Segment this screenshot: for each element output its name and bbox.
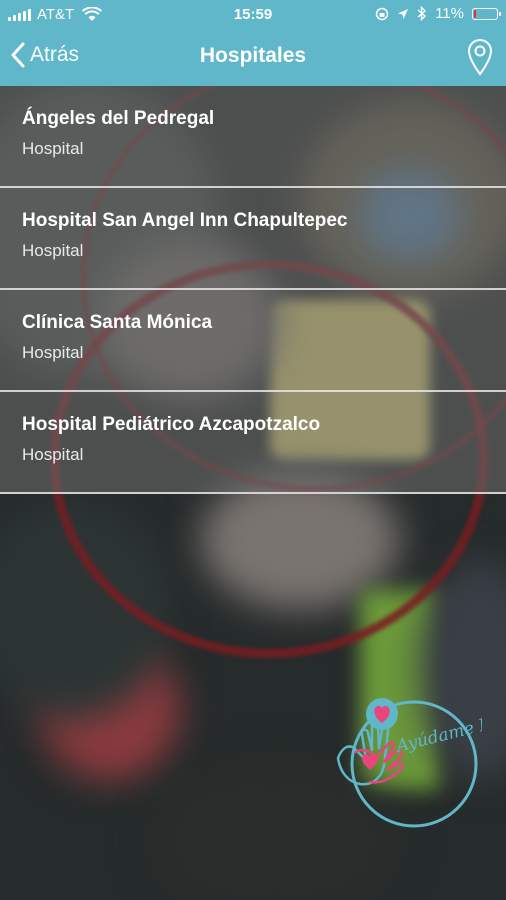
navigation-bar: Atrás Hospitales [0, 30, 506, 86]
status-bar: AT&T 15:59 11% [0, 0, 506, 30]
battery-percent: 11% [435, 5, 464, 22]
page-title: Hospitales [199, 44, 307, 67]
app-logo: Ayúdame Ma! [336, 698, 482, 828]
list-item[interactable]: Hospital Pediátrico Azcapotzalco Hospita… [0, 392, 506, 494]
list-item[interactable]: Hospital San Angel Inn Chapultepec Hospi… [0, 188, 506, 290]
logo-text: Ayúdame Ma! [392, 709, 482, 758]
map-pin-icon[interactable] [466, 38, 494, 76]
list-item[interactable]: Clínica Santa Mónica Hospital [0, 290, 506, 392]
hospital-name: Hospital San Angel Inn Chapultepec [22, 210, 348, 231]
list-item[interactable]: Ángeles del Pedregal Hospital [0, 86, 506, 188]
app-screen: AT&T 15:59 11% Atrás Hospitales Ángeles … [0, 0, 506, 900]
hospital-type: Hospital [22, 343, 84, 362]
status-right-group: 11% [375, 5, 501, 22]
battery-icon [472, 7, 501, 20]
location-arrow-icon [398, 8, 409, 19]
hospital-type: Hospital [22, 445, 84, 464]
hospital-type: Hospital [22, 241, 84, 260]
battery-level [474, 9, 477, 18]
hospital-name: Clínica Santa Mónica [22, 312, 213, 333]
hospital-list: Ángeles del Pedregal Hospital Hospital S… [0, 86, 506, 494]
hospital-type: Hospital [22, 139, 84, 158]
bluetooth-icon [417, 6, 427, 21]
hospital-name: Ángeles del Pedregal [22, 108, 215, 129]
hospital-name: Hospital Pediátrico Azcapotzalco [22, 414, 321, 435]
screen-lock-icon [375, 7, 389, 20]
